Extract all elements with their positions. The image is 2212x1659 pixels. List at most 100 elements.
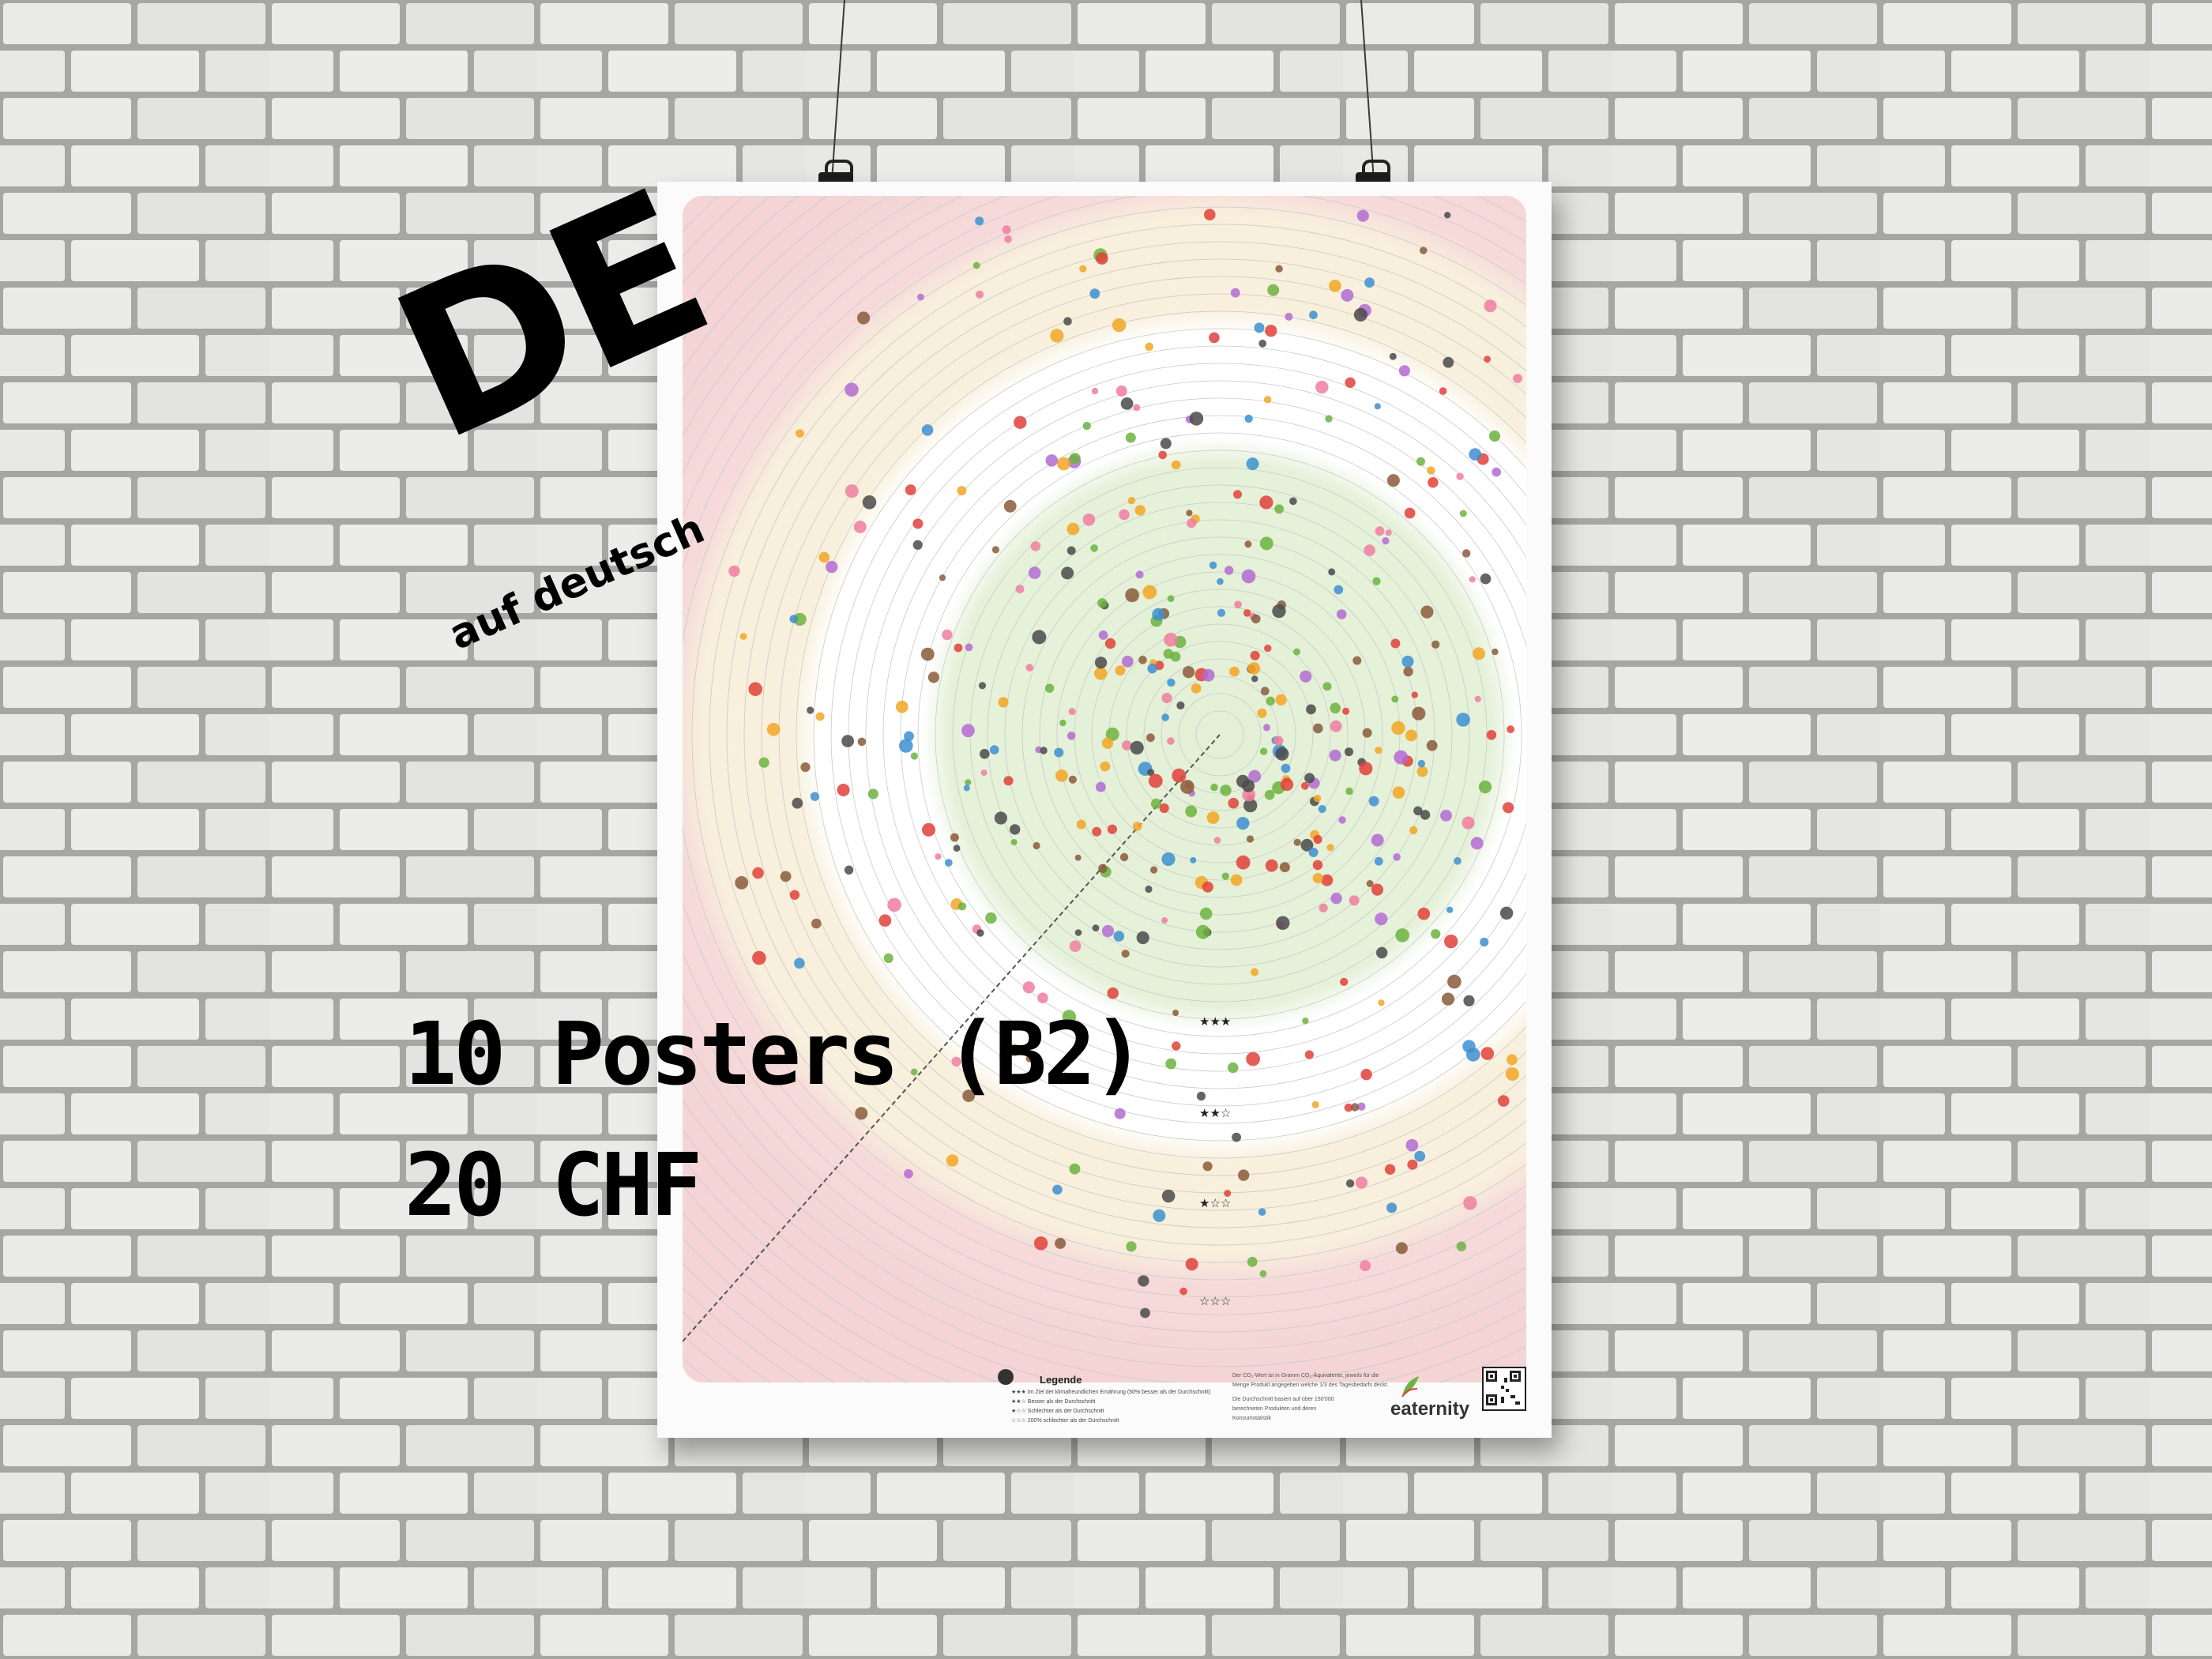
food-icon (1161, 692, 1172, 704)
food-icon (739, 633, 747, 640)
food-icon (1368, 796, 1379, 807)
food-icon (1014, 416, 1027, 429)
food-icon (1158, 450, 1167, 460)
food-icon (994, 811, 1007, 825)
food-icon (1409, 826, 1418, 835)
food-icon (1045, 454, 1059, 467)
food-icon (1417, 759, 1425, 768)
food-icon (789, 615, 798, 623)
food-icon (1309, 310, 1318, 320)
food-icon (1010, 824, 1021, 835)
food-icon (1293, 838, 1301, 846)
food-icon (1405, 729, 1417, 742)
food-icon (1407, 1159, 1418, 1170)
food-icon (1306, 704, 1316, 715)
food-icon (752, 950, 766, 965)
food-icon (1119, 852, 1129, 862)
food-icon (1420, 605, 1434, 619)
food-icon (1242, 779, 1255, 792)
food-icon (1463, 995, 1475, 1006)
food-icon (1330, 702, 1341, 714)
food-icon (985, 912, 997, 924)
food-icon (1318, 805, 1326, 813)
food-icon (905, 484, 916, 495)
food-icon (1312, 873, 1323, 884)
food-icon (1100, 761, 1111, 772)
food-icon (1267, 284, 1280, 296)
food-icon (957, 486, 967, 496)
food-icon (1228, 797, 1240, 809)
food-icon (1484, 356, 1491, 363)
food-icon (1364, 277, 1375, 288)
food-icon (1236, 855, 1251, 870)
food-icon (1134, 505, 1146, 516)
food-icon (1321, 874, 1334, 886)
food-icon (1420, 246, 1428, 254)
food-icon (1414, 1150, 1426, 1162)
food-icon (1172, 1010, 1179, 1016)
food-icon (857, 737, 867, 747)
food-icon (975, 290, 984, 299)
food-icon (1230, 288, 1240, 298)
food-icon (1416, 766, 1428, 777)
food-icon (1454, 857, 1462, 865)
food-icon (1374, 856, 1383, 866)
food-icon (1352, 656, 1362, 665)
food-icon (976, 929, 984, 937)
food-icon (1135, 570, 1144, 579)
food-icon (1446, 906, 1454, 913)
food-icon (1469, 448, 1482, 461)
food-icon (1244, 540, 1252, 548)
food-icon (1033, 841, 1040, 850)
rating-2-stars: ★★☆ (1199, 1106, 1231, 1120)
food-icon (1492, 467, 1501, 477)
food-icon (1345, 1179, 1355, 1188)
food-icon (1002, 225, 1011, 235)
food-icon (1015, 585, 1025, 593)
food-icon (1251, 968, 1259, 976)
food-icon (1096, 781, 1106, 792)
food-icon (1329, 749, 1341, 762)
food-icon (1456, 472, 1464, 480)
food-icon (1160, 438, 1172, 450)
food-icon (841, 735, 854, 747)
food-icon (1119, 509, 1130, 521)
food-icon (1133, 404, 1141, 412)
food-icon (1244, 414, 1253, 423)
food-icon (1171, 460, 1181, 470)
food-icon (1280, 777, 1294, 792)
food-icon (810, 792, 820, 801)
food-icon (1161, 852, 1176, 867)
food-icon (1513, 374, 1522, 383)
food-icon (1172, 768, 1187, 783)
rating-3-stars: ★★★ (1199, 1014, 1231, 1029)
food-icon (1061, 566, 1074, 580)
food-icon (1334, 585, 1344, 595)
food-icon (1325, 415, 1333, 423)
food-icon (1463, 1196, 1477, 1210)
food-icon (1187, 518, 1197, 529)
legend-title: Legende (1040, 1374, 1082, 1386)
food-icon (1366, 880, 1374, 887)
food-icon (1312, 860, 1323, 871)
food-icon (807, 706, 814, 714)
food-icon (904, 731, 914, 742)
food-icon (1059, 719, 1066, 727)
food-icon (748, 682, 762, 697)
food-icon (1057, 457, 1070, 471)
food-icon (980, 749, 990, 759)
food-icon (1241, 569, 1256, 584)
food-icon (1054, 747, 1064, 758)
food-icon (1300, 670, 1312, 683)
food-icon (1456, 1241, 1466, 1251)
food-icon (1236, 817, 1250, 830)
food-icon (1386, 1202, 1398, 1213)
food-icon (917, 293, 924, 301)
food-icon (942, 629, 953, 641)
food-icon (1069, 940, 1082, 952)
legend-item-3-stars: ★★★ Im Ziel der klimafreundlichen Ernähr… (1011, 1390, 1211, 1395)
food-icon (1040, 747, 1048, 754)
food-icon (1328, 568, 1336, 576)
food-icon (1246, 457, 1259, 471)
food-icon (1330, 893, 1342, 905)
